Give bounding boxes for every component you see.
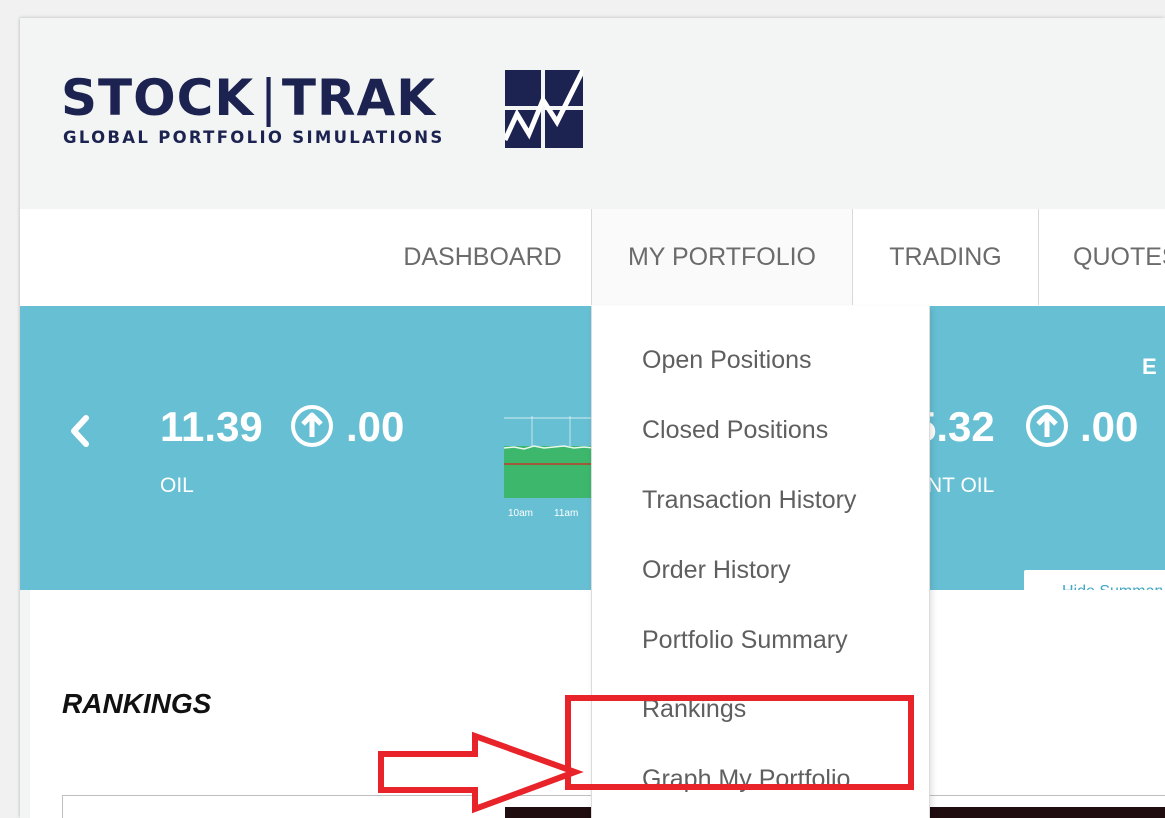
nav-quotes[interactable]: QUOTES (1039, 209, 1165, 305)
site-header: STOCK |TRAK GLOBAL PORTFOLIO SIMULATIONS (20, 18, 1165, 210)
main-nav: DASHBOARD MY PORTFOLIO TRADING QUOTES (20, 209, 1165, 307)
stocktrak-chart-mark-icon (505, 70, 583, 148)
ticker-change: .00 (346, 403, 405, 450)
logo-word-right: TRAK (281, 69, 436, 127)
menu-item-open-positions[interactable]: Open Positions (642, 345, 812, 375)
logo-wordmark: STOCK |TRAK (61, 69, 436, 127)
chart-tick-label: 11am (554, 508, 578, 519)
menu-item-closed-positions[interactable]: Closed Positions (642, 415, 828, 445)
chevron-left-icon[interactable] (60, 406, 100, 456)
annotation-highlight-box (565, 695, 914, 790)
ticker-label: OIL (160, 474, 194, 497)
annotation-arrow-icon (378, 731, 584, 814)
chart-tick-label: 10am (508, 508, 533, 519)
arrow-up-circle-icon (1026, 405, 1068, 447)
menu-item-order-history[interactable]: Order History (642, 555, 791, 585)
ticker-edge-text: E (1142, 354, 1157, 379)
nav-dashboard[interactable]: DASHBOARD (375, 209, 590, 305)
section-title: RANKINGS (62, 688, 212, 719)
menu-item-portfolio-summary[interactable]: Portfolio Summary (642, 625, 848, 655)
nav-my-portfolio[interactable]: MY PORTFOLIO (591, 209, 853, 305)
ticker-price: 11.39 (160, 403, 263, 450)
arrow-up-circle-icon (291, 405, 333, 447)
menu-item-transaction-history[interactable]: Transaction History (642, 485, 856, 515)
logo-word-left: STOCK (61, 69, 255, 127)
nav-trading[interactable]: TRADING (853, 209, 1039, 305)
logo-tagline: GLOBAL PORTFOLIO SIMULATIONS (63, 128, 445, 147)
ticker-change: .00 (1080, 403, 1139, 450)
